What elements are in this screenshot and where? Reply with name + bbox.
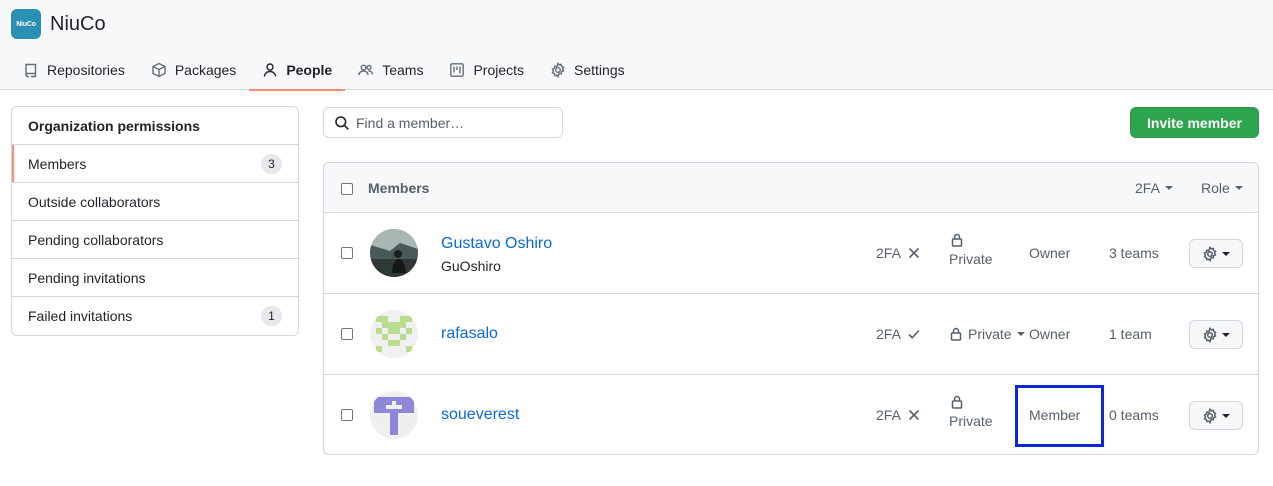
people-icon xyxy=(358,64,374,76)
filter-role-dropdown[interactable]: Role xyxy=(1201,180,1243,196)
member-role: Member xyxy=(1029,407,1081,423)
gear-icon xyxy=(551,62,565,78)
two-factor-status: 2FA xyxy=(876,407,921,423)
visibility-status: Private xyxy=(949,233,993,267)
avatar[interactable] xyxy=(370,310,418,358)
org-name[interactable]: NiuCo xyxy=(50,13,106,36)
member-row: Gustavo Oshiro GuOshiro 2FA Private Owne… xyxy=(324,213,1258,294)
lock-icon xyxy=(950,327,962,341)
visibility-status: Private xyxy=(949,395,993,429)
two-factor-label: 2FA xyxy=(876,407,901,423)
member-settings-button[interactable] xyxy=(1189,401,1243,430)
member-search xyxy=(323,107,563,138)
package-icon xyxy=(152,62,166,78)
tab-teams[interactable]: Teams xyxy=(345,50,436,90)
search-icon xyxy=(335,115,349,130)
two-factor-label: 2FA xyxy=(876,245,901,261)
members-table-header: Members 2FA Role xyxy=(324,163,1258,213)
member-role: Owner xyxy=(1029,245,1071,261)
member-checkbox[interactable] xyxy=(341,409,353,421)
permissions-sidebar: Organization permissions Members 3 Outsi… xyxy=(11,106,299,336)
member-teams-count[interactable]: 3 teams xyxy=(1109,245,1159,261)
member-row: soueverest 2FA Private Member 0 teams xyxy=(324,375,1258,456)
filter-2fa-dropdown[interactable]: 2FA xyxy=(1135,180,1173,196)
sidebar-item-label: Outside collaborators xyxy=(28,193,161,210)
member-role: Owner xyxy=(1029,326,1071,342)
caret-down-icon xyxy=(1234,186,1243,190)
member-login: GuOshiro xyxy=(441,258,501,274)
tab-label: Packages xyxy=(174,62,237,78)
avatar[interactable] xyxy=(370,391,418,439)
repo-icon xyxy=(25,63,37,78)
gear-icon xyxy=(1203,326,1217,343)
member-name-link[interactable]: rafasalo xyxy=(441,325,498,343)
x-icon xyxy=(908,409,919,421)
member-name-link[interactable]: Gustavo Oshiro xyxy=(441,235,552,253)
person-icon xyxy=(264,63,277,77)
member-checkbox[interactable] xyxy=(341,328,353,340)
org-tabs: Repositories Packages People Teams Proje… xyxy=(10,50,638,91)
member-settings-button[interactable] xyxy=(1189,320,1243,349)
select-all-checkbox[interactable] xyxy=(341,183,353,195)
tab-settings[interactable]: Settings xyxy=(537,50,638,90)
filter-2fa-label: 2FA xyxy=(1135,180,1160,196)
sidebar-item-label: Pending invitations xyxy=(28,269,146,286)
lock-icon xyxy=(951,395,963,409)
sidebar-item-label: Failed invitations xyxy=(28,308,133,324)
tab-label: Teams xyxy=(382,62,424,78)
tab-repositories[interactable]: Repositories xyxy=(10,50,138,90)
caret-down-icon xyxy=(1016,332,1025,336)
member-teams-count[interactable]: 0 teams xyxy=(1109,407,1159,423)
caret-down-icon xyxy=(1222,413,1230,418)
caret-down-icon xyxy=(1164,186,1173,190)
two-factor-status: 2FA xyxy=(876,245,921,261)
search-input[interactable] xyxy=(356,114,556,131)
member-row: rafasalo 2FA Private Owner 1 team xyxy=(324,294,1258,375)
sidebar-title: Organization permissions xyxy=(12,107,298,145)
sidebar-item-failed-invitations[interactable]: Failed invitations 1 xyxy=(12,297,298,335)
tab-packages[interactable]: Packages xyxy=(138,50,249,90)
member-settings-button[interactable] xyxy=(1189,239,1243,268)
two-factor-label: 2FA xyxy=(876,326,901,342)
gear-icon xyxy=(1203,407,1217,424)
lock-icon xyxy=(951,233,963,247)
visibility-dropdown[interactable]: Private xyxy=(949,326,1025,342)
sidebar-item-members[interactable]: Members 3 xyxy=(12,145,298,183)
tab-label: People xyxy=(286,62,333,78)
sidebar-item-pending-invitations[interactable]: Pending invitations xyxy=(12,259,298,297)
tab-people[interactable]: People xyxy=(249,50,346,91)
avatar[interactable] xyxy=(370,229,418,277)
tab-label: Repositories xyxy=(47,62,125,78)
org-header: NiuCo NiuCo Repositories Packages People… xyxy=(0,0,1273,91)
members-table: Members 2FA Role Gustavo Oshiro GuOshiro… xyxy=(323,162,1259,455)
x-icon xyxy=(908,247,919,259)
failed-invitations-count-badge: 1 xyxy=(261,306,282,326)
visibility-label: Private xyxy=(949,251,993,267)
members-count-badge: 3 xyxy=(261,153,282,174)
caret-down-icon xyxy=(1222,332,1230,337)
member-teams-count[interactable]: 1 team xyxy=(1109,326,1152,342)
filter-role-label: Role xyxy=(1201,180,1230,196)
sidebar-item-outside-collaborators[interactable]: Outside collaborators xyxy=(12,183,298,221)
member-name-link[interactable]: soueverest xyxy=(441,406,519,424)
sidebar-item-pending-collaborators[interactable]: Pending collaborators xyxy=(12,221,298,259)
two-factor-status: 2FA xyxy=(876,326,921,342)
visibility-label: Private xyxy=(968,326,1012,342)
tab-label: Projects xyxy=(473,62,525,78)
sidebar-item-label: Members xyxy=(28,155,87,172)
caret-down-icon xyxy=(1222,251,1230,256)
member-checkbox[interactable] xyxy=(341,247,353,259)
project-icon xyxy=(450,63,465,77)
tab-projects[interactable]: Projects xyxy=(436,50,537,90)
sidebar-item-label: Pending collaborators xyxy=(28,231,164,248)
invite-member-button[interactable]: Invite member xyxy=(1130,107,1259,138)
org-logo[interactable]: NiuCo xyxy=(11,9,41,39)
gear-icon xyxy=(1203,245,1217,262)
check-icon xyxy=(908,329,920,339)
visibility-label: Private xyxy=(949,413,993,429)
tab-label: Settings xyxy=(574,62,625,78)
members-table-title: Members xyxy=(368,180,430,196)
